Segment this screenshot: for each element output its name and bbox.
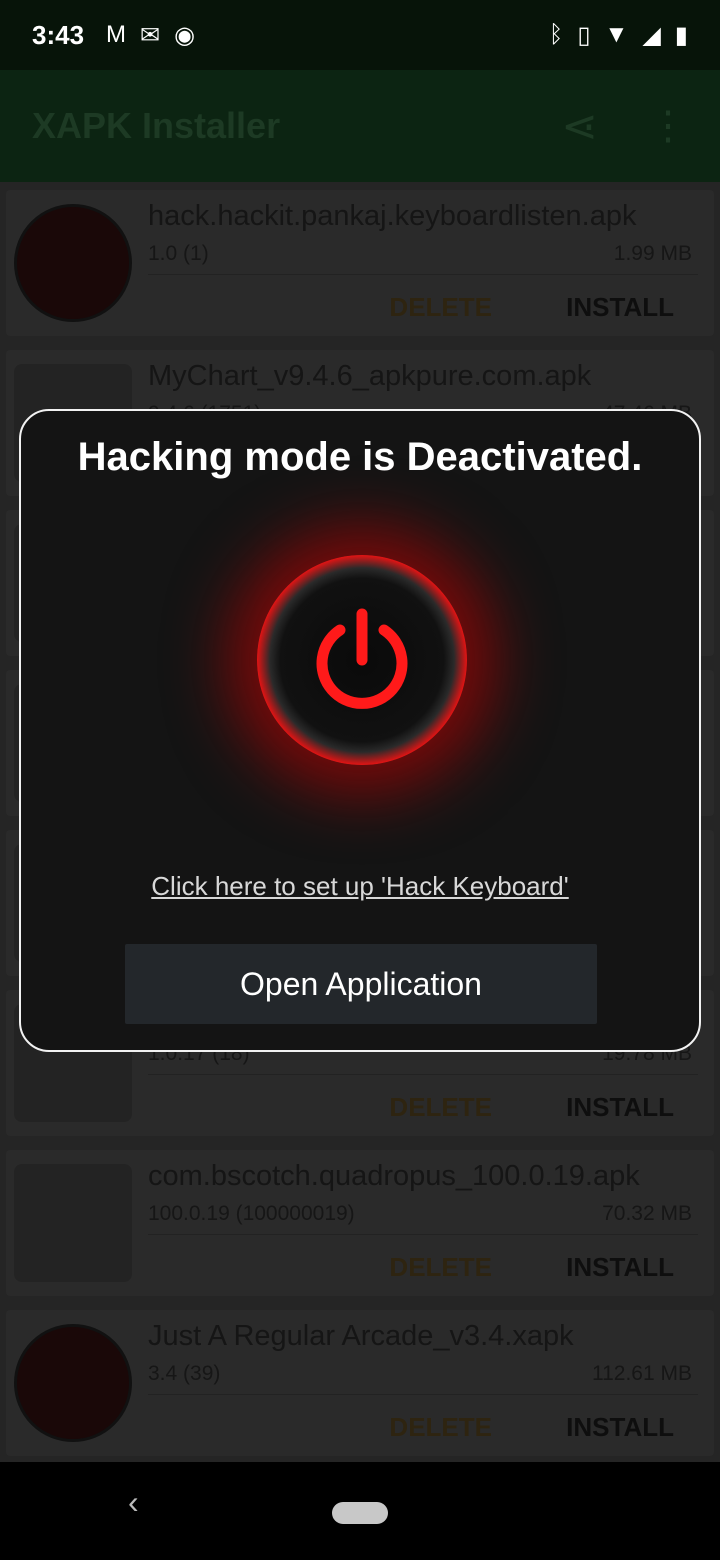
gmail-icon: ✉ — [140, 21, 161, 49]
dialog-title: Hacking mode is Deactivated. — [77, 435, 643, 479]
vibrate-icon: ▯ — [577, 21, 591, 49]
clock: 3:43 — [32, 19, 85, 50]
app-icon — [14, 1324, 132, 1442]
file-list-item[interactable]: com.bscotch.quadropus_100.0.19.apk 100.0… — [6, 1150, 714, 1296]
app-icon — [14, 204, 132, 322]
app-icon: ◉ — [174, 21, 196, 49]
navigation-bar: ‹ — [0, 1462, 720, 1560]
setup-hack-keyboard-link[interactable]: Click here to set up 'Hack Keyboard' — [21, 871, 699, 902]
share-icon[interactable]: ⋖ — [561, 101, 598, 152]
file-version: 100.0.19 (100000019) — [148, 1202, 355, 1225]
file-name: MyChart_v9.4.6_apkpure.com.apk — [148, 360, 592, 392]
app-bar: XAPK Installer ⋖ ⋮ — [0, 70, 720, 182]
divider — [148, 274, 698, 275]
open-application-button[interactable]: Open Application — [125, 944, 597, 1024]
gmail-icon: M — [106, 21, 127, 48]
file-version: 1.0 (1) — [148, 242, 209, 265]
delete-button[interactable]: DELETE — [389, 1412, 492, 1443]
wifi-icon: ▼ — [604, 20, 629, 48]
divider — [148, 1234, 698, 1235]
battery-charging-icon: ▮ — [674, 21, 688, 49]
install-button[interactable]: INSTALL — [566, 292, 674, 323]
delete-button[interactable]: DELETE — [389, 1092, 492, 1123]
power-icon[interactable] — [257, 555, 467, 765]
divider — [148, 1074, 698, 1075]
install-button[interactable]: INSTALL — [566, 1092, 674, 1123]
back-button[interactable]: ‹ — [128, 1484, 139, 1521]
home-button[interactable] — [332, 1502, 388, 1524]
delete-button[interactable]: DELETE — [389, 292, 492, 323]
app-icon — [14, 1164, 132, 1282]
file-version: 3.4 (39) — [148, 1362, 221, 1385]
more-vert-icon[interactable]: ⋮ — [648, 103, 688, 149]
file-size: 112.61 MB — [591, 1362, 692, 1385]
bluetooth-icon: ᛒ — [548, 20, 564, 48]
delete-button[interactable]: DELETE — [389, 1252, 492, 1283]
file-size: 1.99 MB — [613, 242, 692, 265]
app-title: XAPK Installer — [32, 105, 281, 146]
file-list-item[interactable]: Just A Regular Arcade_v3.4.xapk 3.4 (39)… — [6, 1310, 714, 1456]
file-name: com.bscotch.quadropus_100.0.19.apk — [148, 1160, 640, 1192]
file-size: 70.32 MB — [602, 1202, 692, 1225]
file-name: Just A Regular Arcade_v3.4.xapk — [148, 1320, 574, 1352]
install-button[interactable]: INSTALL — [566, 1252, 674, 1283]
file-list-item[interactable]: hack.hackit.pankaj.keyboardlisten.apk 1.… — [6, 190, 714, 336]
hacking-mode-dialog: Hacking mode is Deactivated. Click here … — [19, 409, 701, 1052]
status-bar: 3:43 M ✉ ◉ ᛒ ▯ ▼ ◢ ▮ — [0, 0, 720, 70]
install-button[interactable]: INSTALL — [566, 1412, 674, 1443]
file-name: hack.hackit.pankaj.keyboardlisten.apk — [148, 200, 637, 232]
divider — [148, 1394, 698, 1395]
signal-icon: ◢ — [642, 21, 661, 49]
